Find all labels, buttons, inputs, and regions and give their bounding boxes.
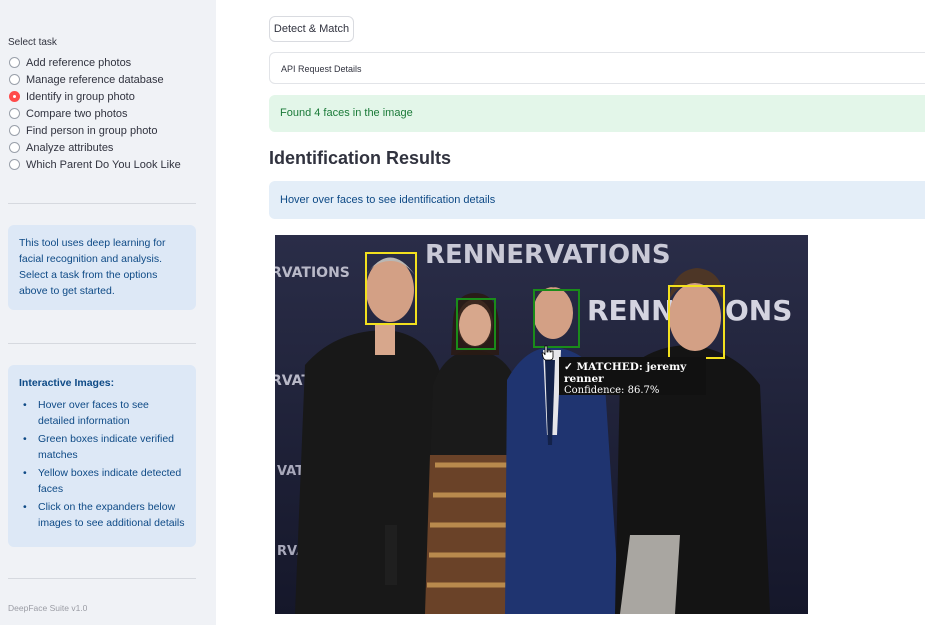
sidebar-info-box: This tool uses deep learning for facial …	[8, 225, 196, 310]
radio-add-reference-photos[interactable]: Add reference photos	[9, 54, 181, 71]
tooltip-confidence-text: Confidence: 86.7%	[564, 385, 660, 396]
expander-label: API Request Details	[281, 64, 362, 74]
list-item: Hover over faces to see detailed informa…	[19, 397, 186, 429]
radio-analyze-attributes[interactable]: Analyze attributes	[9, 139, 181, 156]
success-message: Found 4 faces in the image	[280, 107, 413, 119]
sidebar-info-text: This tool uses deep learning for facial …	[19, 237, 166, 297]
interactive-images-list: Hover over faces to see detailed informa…	[19, 397, 186, 531]
radio-identify-in-group-photo[interactable]: Identify in group photo	[9, 88, 181, 105]
sidebar-divider	[8, 203, 196, 204]
radio-dot	[9, 57, 20, 68]
radio-compare-two-photos[interactable]: Compare two photos	[9, 105, 181, 122]
radio-label: Identify in group photo	[26, 90, 135, 103]
face-box-green[interactable]	[456, 298, 496, 350]
task-select-label: Select task	[8, 37, 57, 48]
radio-label: Compare two photos	[26, 107, 128, 120]
radio-label: Which Parent Do You Look Like	[26, 158, 181, 171]
radio-label: Analyze attributes	[26, 141, 114, 154]
face-box-green-matched[interactable]	[533, 289, 580, 348]
radio-dot	[9, 159, 20, 170]
backdrop-text: RVATIONS	[275, 265, 350, 281]
sidebar-divider	[8, 578, 196, 579]
radio-dot-selected	[9, 91, 20, 102]
hover-info-text: Hover over faces to see identification d…	[280, 194, 496, 206]
radio-label: Find person in group photo	[26, 124, 158, 137]
list-item: Click on the expanders below images to s…	[19, 499, 186, 531]
radio-find-person-in-group-photo[interactable]: Find person in group photo	[9, 122, 181, 139]
page-heading: Identification Results	[269, 148, 452, 168]
face-box-yellow[interactable]	[668, 285, 725, 359]
success-alert: Found 4 faces in the image	[269, 95, 925, 132]
interactive-images-title: Interactive Images:	[19, 377, 115, 389]
radio-dot	[9, 108, 20, 119]
backdrop-text: ONS	[725, 294, 792, 327]
sidebar: Select task Add reference photos Manage …	[0, 0, 216, 625]
face-box-yellow[interactable]	[365, 252, 417, 325]
face-match-tooltip: ✓ MATCHED: jeremy renner Confidence: 86.…	[559, 357, 706, 396]
radio-label: Manage reference database	[26, 73, 164, 86]
api-request-details-expander[interactable]: API Request Details	[269, 52, 925, 84]
list-item: Yellow boxes indicate detected faces	[19, 465, 186, 497]
sidebar-divider	[8, 343, 196, 344]
tooltip-match-text: ✓ MATCHED: jeremy renner	[564, 361, 687, 385]
radio-dot	[9, 142, 20, 153]
hover-info-alert: Hover over faces to see identification d…	[269, 181, 925, 219]
detect-match-button[interactable]: Detect & Match	[269, 16, 354, 42]
radio-label: Add reference photos	[26, 56, 132, 69]
radio-dot	[9, 125, 20, 136]
hand-cursor-icon	[541, 345, 554, 361]
radio-dot	[9, 74, 20, 85]
radio-manage-reference-database[interactable]: Manage reference database	[9, 71, 181, 88]
task-radio-group: Add reference photos Manage reference da…	[9, 54, 181, 173]
group-photo[interactable]: RENNERVATIONS RENNER ONS RVATIONS RVATIO…	[275, 235, 808, 614]
radio-which-parent[interactable]: Which Parent Do You Look Like	[9, 156, 181, 173]
list-item: Green boxes indicate verified matches	[19, 431, 186, 463]
app-version-footer: DeepFace Suite v1.0	[8, 603, 88, 613]
interactive-images-box: Interactive Images: Hover over faces to …	[8, 365, 196, 547]
backdrop-text: RENNERVATIONS	[425, 240, 671, 270]
